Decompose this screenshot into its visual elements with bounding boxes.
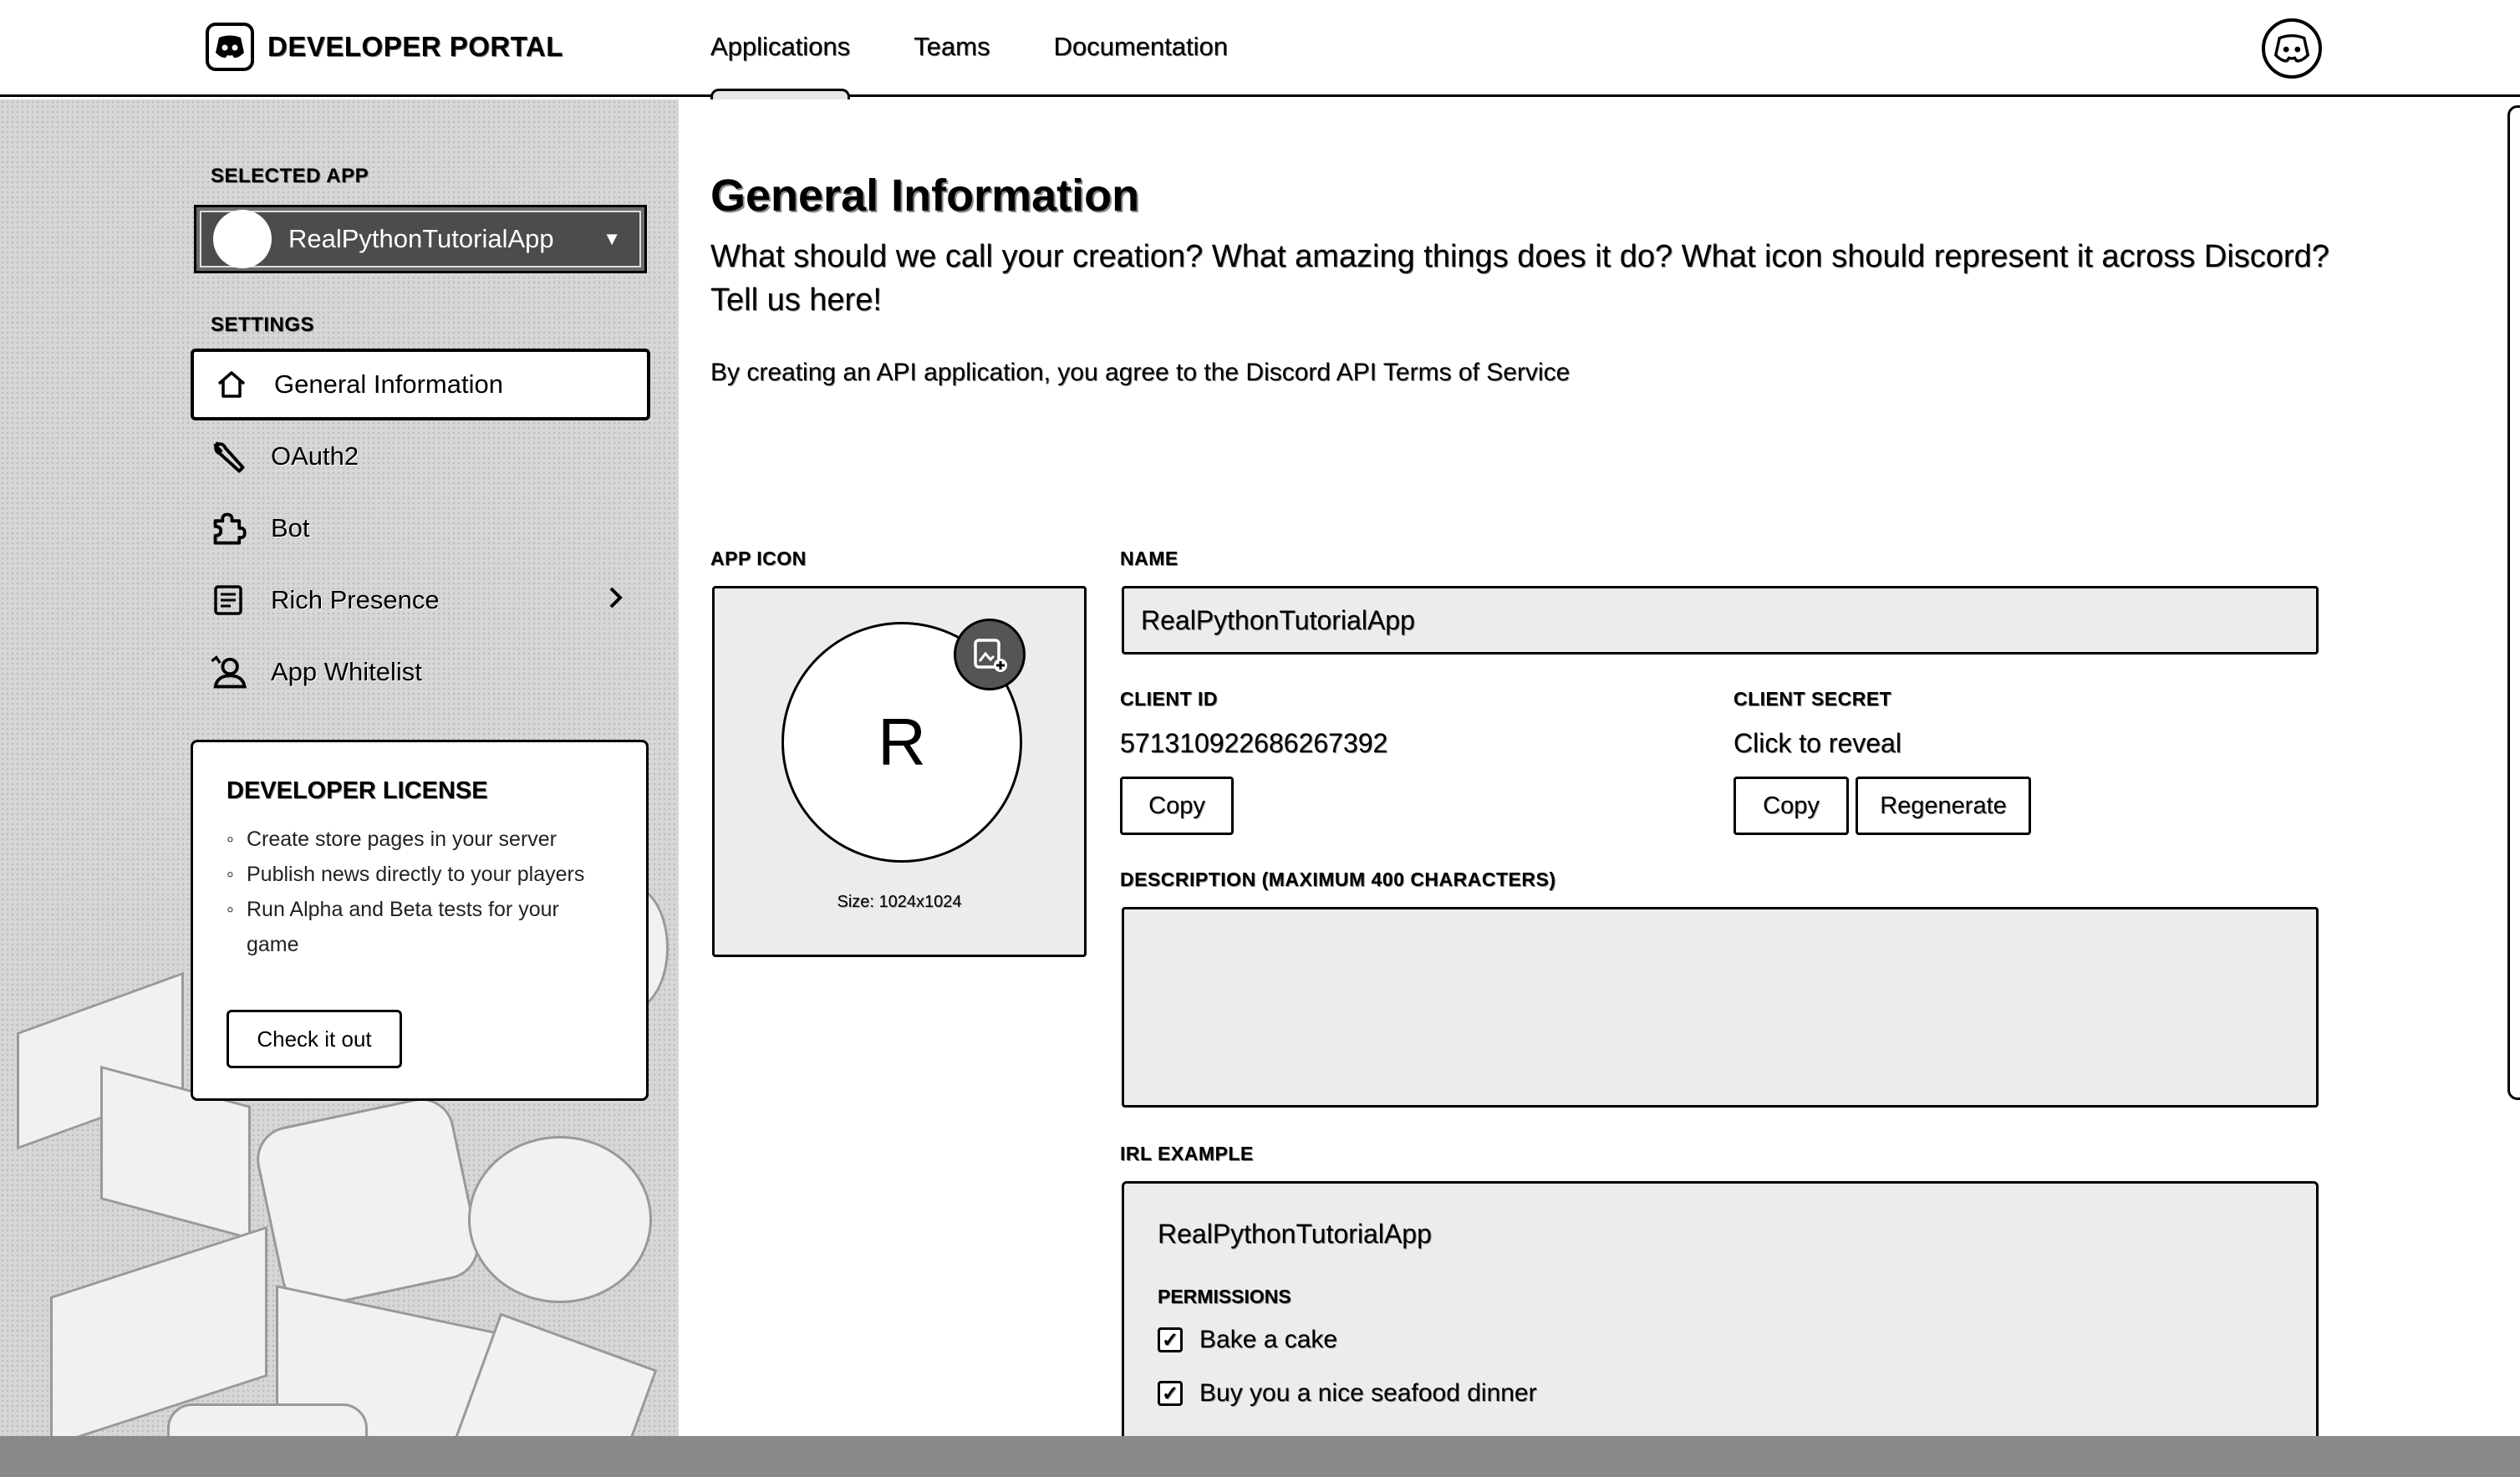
client-secret-label: CLIENT SECRET [1733,688,1892,710]
client-id-value: 571310922686267392 [1120,728,1388,758]
settings-nav: General Information OAuth2 Bot Rich Pres… [191,349,650,708]
check-it-out-button[interactable]: Check it out [227,1010,402,1068]
client-secret-reveal[interactable]: Click to reveal [1733,728,1901,759]
brand-title: DEVELOPER PORTAL [267,31,563,62]
list-item: Publish news directly to your players [227,857,613,892]
nav-applications[interactable]: Applications [710,0,851,99]
app-selector-name: RealPythonTutorialApp [288,224,554,253]
license-bullets: Create store pages in your server Publis… [227,822,613,962]
list-item: Run Alpha and Beta tests for your game [227,892,613,962]
permission-item: ✓ Buy you a nice seafood dinner [1158,1379,1537,1408]
discord-logo-icon [206,23,254,71]
checkbox-checked-icon: ✓ [1158,1327,1183,1352]
permission-item: ✓ Bake a cake [1158,1326,1337,1354]
add-image-icon[interactable] [954,619,1026,690]
sidebar-item-label: Bot [271,513,310,542]
sidebar-item-label: General Information [274,369,503,399]
permission-label: Buy you a nice seafood dinner [1199,1379,1537,1407]
regenerate-button[interactable]: Regenerate [1856,777,2031,835]
selected-app-label: SELECTED APP [211,165,369,187]
description-textarea[interactable] [1122,907,2319,1108]
checkbox-checked-icon: ✓ [1158,1381,1183,1406]
permissions-label: PERMISSIONS [1158,1286,1291,1307]
illustration-block [468,1136,652,1303]
example-app-name: RealPythonTutorialApp [1158,1219,1432,1249]
illustration-block [167,1403,368,1436]
app-selector[interactable]: RealPythonTutorialApp ▼ [194,205,647,273]
scrollbar[interactable] [2507,105,2520,1100]
app-selector-inner: RealPythonTutorialApp ▼ [200,210,641,268]
discord-avatar-icon[interactable] [2262,18,2322,79]
permission-label: Bake a cake [1199,1326,1338,1353]
chevron-right-icon [607,583,625,618]
icon-size-hint: Size: 1024x1024 [837,893,962,911]
sidebar-item-app-whitelist[interactable]: App Whitelist [191,636,650,708]
list-item: Create store pages in your server [227,822,613,857]
name-label: NAME [1120,548,1179,569]
developer-license-card: DEVELOPER LICENSE Create store pages in … [191,740,649,1101]
app-icon-uploader[interactable]: R Size: 1024x1024 [712,586,1087,957]
puzzle-icon [207,507,249,549]
app-icon-letter: R [878,705,926,779]
illustration-block [250,1092,486,1314]
wrench-icon [207,435,249,477]
sidebar-item-label: Rich Presence [271,585,440,614]
document-icon [207,579,249,621]
name-input-value: RealPythonTutorialApp [1141,604,1415,635]
description-label: DESCRIPTION (MAXIMUM 400 CHARACTERS) [1120,868,1556,890]
home-icon [211,364,252,405]
copy-client-secret-button[interactable]: Copy [1733,777,1849,835]
page-subtitle: What should we call your creation? What … [710,239,2329,318]
page-title: General Information [710,171,1140,221]
license-title: DEVELOPER LICENSE [227,777,488,804]
sidebar: SELECTED APP RealPythonTutorialApp ▼ SET… [0,99,679,1436]
brand[interactable]: DEVELOPER PORTAL [206,20,563,74]
bottom-strip [0,1436,2520,1477]
sidebar-item-label: App Whitelist [271,657,422,686]
app-icon-label: APP ICON [710,548,807,569]
top-nav: Applications Teams Documentation [710,0,1291,99]
settings-label: SETTINGS [211,313,315,336]
sidebar-item-rich-presence[interactable]: Rich Presence [191,564,650,636]
sidebar-item-bot[interactable]: Bot [191,492,650,564]
sidebar-item-oauth2[interactable]: OAuth2 [191,420,650,492]
nav-documentation[interactable]: Documentation [1053,0,1228,97]
caret-down-icon: ▼ [603,228,621,249]
sidebar-item-label: OAuth2 [271,441,359,471]
irl-example-label: IRL EXAMPLE [1120,1143,1254,1164]
nav-teams[interactable]: Teams [914,0,990,97]
sidebar-item-general-information[interactable]: General Information [191,349,650,420]
terms-text[interactable]: By creating an API application, you agre… [710,359,1570,387]
person-icon [207,651,249,693]
top-bar: DEVELOPER PORTAL Applications Teams Docu… [0,0,2520,99]
copy-client-id-button[interactable]: Copy [1120,777,1234,835]
irl-example-card: RealPythonTutorialApp PERMISSIONS ✓ Bake… [1122,1181,2319,1457]
name-input[interactable]: RealPythonTutorialApp [1122,586,2319,654]
app-avatar [213,210,272,268]
client-id-label: CLIENT ID [1120,688,1218,710]
